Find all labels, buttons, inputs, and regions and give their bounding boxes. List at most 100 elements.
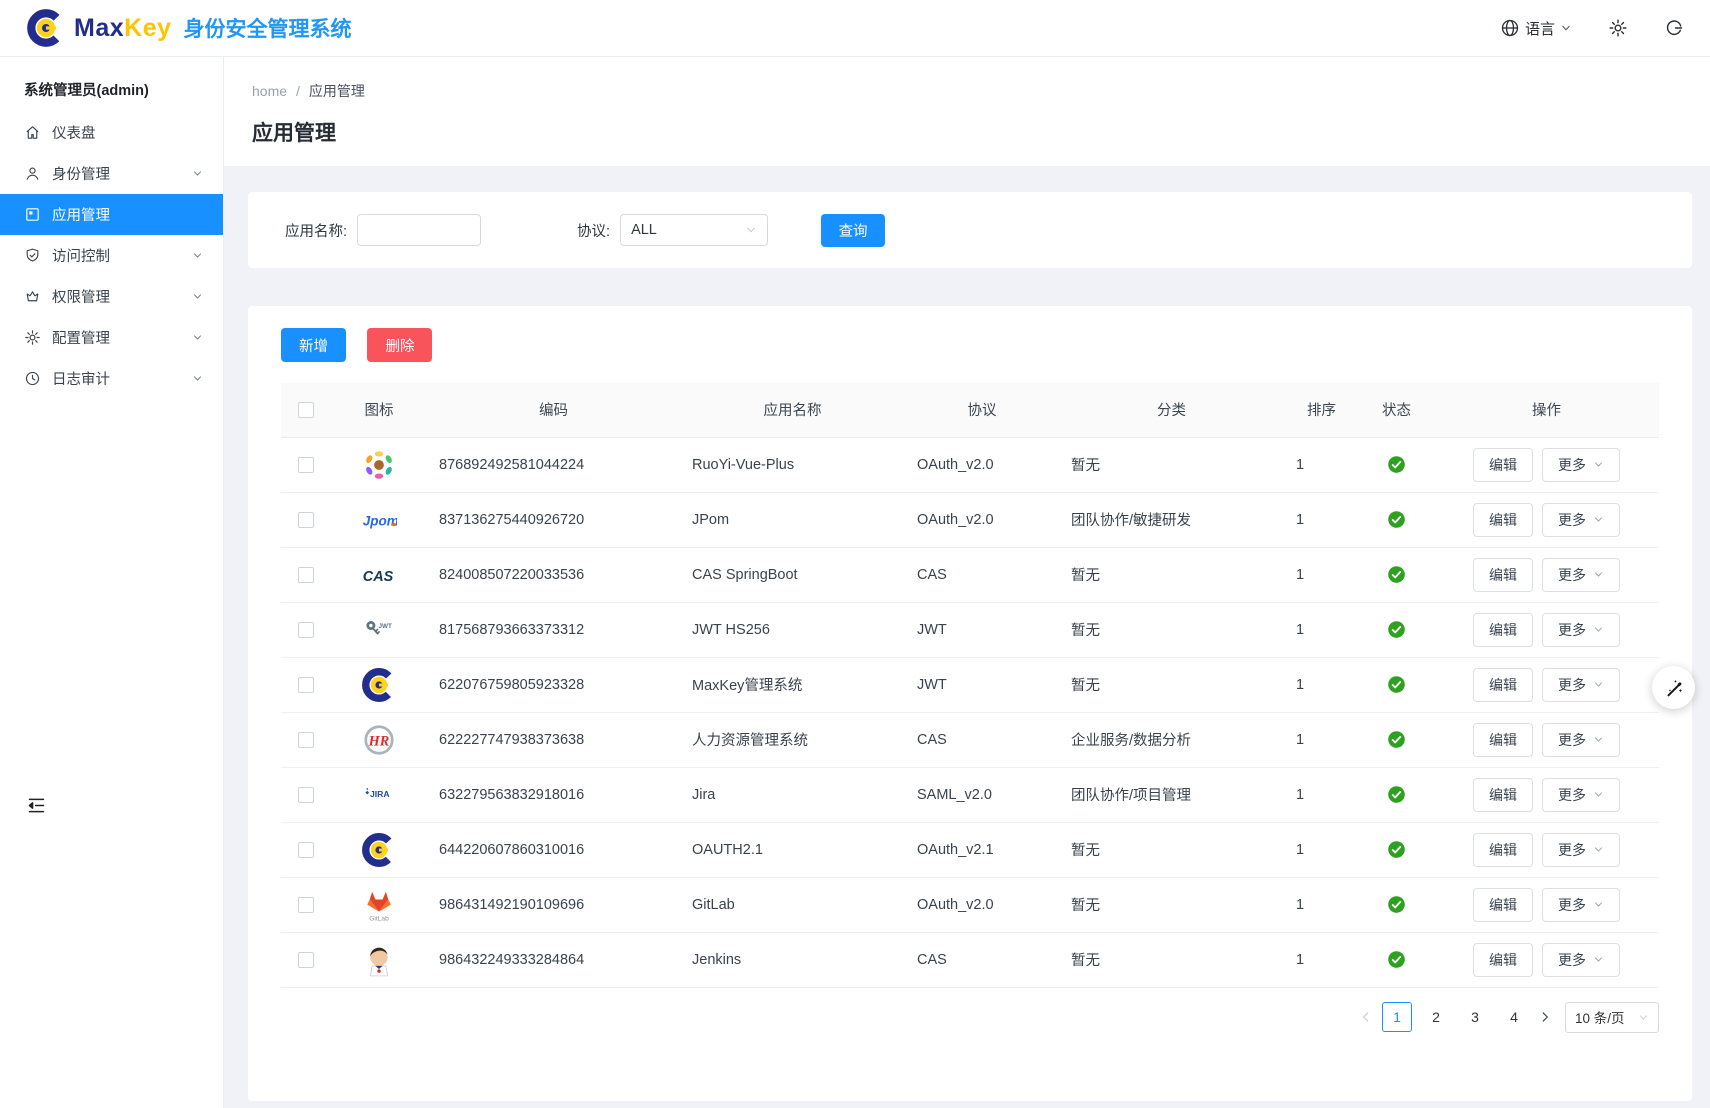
chevron-down-icon bbox=[1593, 789, 1604, 800]
more-button-label: 更多 bbox=[1558, 950, 1586, 970]
column-header-状态: 状态 bbox=[1359, 383, 1434, 437]
breadcrumb-home[interactable]: home bbox=[252, 83, 287, 99]
more-button-label: 更多 bbox=[1558, 675, 1586, 695]
actions-cell: 编辑更多 bbox=[1434, 547, 1659, 602]
pagination-prev-icon[interactable] bbox=[1359, 1010, 1373, 1024]
sidebar-item-仪表盘[interactable]: 仪表盘 bbox=[0, 112, 223, 153]
search-button[interactable]: 查询 bbox=[821, 214, 885, 247]
row-checkbox[interactable] bbox=[298, 567, 314, 583]
app-name: JWT HS256 bbox=[680, 602, 905, 657]
edit-button[interactable]: 编辑 bbox=[1473, 888, 1533, 922]
edit-button[interactable]: 编辑 bbox=[1473, 778, 1533, 812]
app-sort: 1 bbox=[1284, 932, 1359, 987]
row-checkbox[interactable] bbox=[298, 897, 314, 913]
chevron-down-icon bbox=[1593, 734, 1604, 745]
row-checkbox[interactable] bbox=[298, 622, 314, 638]
more-button[interactable]: 更多 bbox=[1542, 888, 1620, 922]
actions-cell: 编辑更多 bbox=[1434, 492, 1659, 547]
jwt-logo: JWT bbox=[361, 612, 397, 648]
pagination-page-3[interactable]: 3 bbox=[1460, 1002, 1490, 1032]
more-button[interactable]: 更多 bbox=[1542, 778, 1620, 812]
pagination-page-1[interactable]: 1 bbox=[1382, 1002, 1412, 1032]
pagination-page-4[interactable]: 4 bbox=[1499, 1002, 1529, 1032]
row-checkbox[interactable] bbox=[298, 842, 314, 858]
row-checkbox[interactable] bbox=[298, 677, 314, 693]
more-button[interactable]: 更多 bbox=[1542, 558, 1620, 592]
add-button[interactable]: 新增 bbox=[281, 328, 346, 362]
row-checkbox[interactable] bbox=[298, 732, 314, 748]
globe-icon bbox=[1500, 18, 1520, 38]
protocol-select[interactable]: ALL bbox=[620, 214, 768, 246]
sidebar-item-label: 权限管理 bbox=[52, 286, 110, 307]
clock-icon bbox=[24, 370, 41, 387]
app-name-filter-label: 应用名称: bbox=[285, 220, 347, 241]
header-actions: 语言 bbox=[1500, 18, 1684, 39]
sidebar-item-访问控制[interactable]: 访问控制 bbox=[0, 235, 223, 276]
app-sort: 1 bbox=[1284, 822, 1359, 877]
row-checkbox[interactable] bbox=[298, 512, 314, 528]
app-sort: 1 bbox=[1284, 547, 1359, 602]
edit-button[interactable]: 编辑 bbox=[1473, 668, 1533, 702]
actions-cell: 编辑更多 bbox=[1434, 602, 1659, 657]
edit-button[interactable]: 编辑 bbox=[1473, 503, 1533, 537]
check-circle-icon bbox=[1387, 730, 1406, 749]
edit-button[interactable]: 编辑 bbox=[1473, 613, 1533, 647]
settings-icon[interactable] bbox=[1608, 18, 1628, 38]
logout-icon[interactable] bbox=[1664, 18, 1684, 38]
pagination-next-icon[interactable] bbox=[1538, 1010, 1552, 1024]
floating-action-button[interactable] bbox=[1652, 666, 1695, 709]
more-button[interactable]: 更多 bbox=[1542, 448, 1620, 482]
app-name: GitLab bbox=[680, 877, 905, 932]
more-button[interactable]: 更多 bbox=[1542, 668, 1620, 702]
status-cell bbox=[1359, 602, 1434, 657]
brand-key: Key bbox=[124, 14, 171, 42]
check-circle-icon bbox=[1387, 675, 1406, 694]
chevron-down-icon bbox=[192, 291, 203, 302]
app-protocol: OAuth_v2.0 bbox=[905, 492, 1059, 547]
sidebar-item-应用管理[interactable]: 应用管理 bbox=[0, 194, 223, 235]
select-all-checkbox[interactable] bbox=[298, 402, 314, 418]
app-protocol: OAuth_v2.1 bbox=[905, 822, 1059, 877]
language-switcher[interactable]: 语言 bbox=[1500, 18, 1572, 39]
more-button[interactable]: 更多 bbox=[1542, 723, 1620, 757]
app-icon-cell: HR bbox=[331, 712, 427, 767]
app-protocol: OAuth_v2.0 bbox=[905, 437, 1059, 492]
more-button[interactable]: 更多 bbox=[1542, 833, 1620, 867]
sidebar-item-配置管理[interactable]: 配置管理 bbox=[0, 317, 223, 358]
edit-button[interactable]: 编辑 bbox=[1473, 448, 1533, 482]
app-protocol: CAS bbox=[905, 932, 1059, 987]
sidebar-item-日志审计[interactable]: 日志审计 bbox=[0, 358, 223, 399]
app-name-filter-input[interactable] bbox=[357, 214, 481, 246]
row-select-cell bbox=[281, 932, 331, 987]
more-button[interactable]: 更多 bbox=[1542, 613, 1620, 647]
app-sort: 1 bbox=[1284, 492, 1359, 547]
main-area: home / 应用管理 应用管理 应用名称: 协议: ALL 查询 bbox=[224, 57, 1710, 1108]
check-circle-icon bbox=[1387, 455, 1406, 474]
pagination-page-2[interactable]: 2 bbox=[1421, 1002, 1451, 1032]
delete-button[interactable]: 删除 bbox=[367, 328, 432, 362]
page-size-select[interactable]: 10 条/页 bbox=[1565, 1002, 1659, 1033]
jira-logo: JIRA bbox=[361, 777, 397, 813]
sidebar-item-label: 配置管理 bbox=[52, 327, 110, 348]
column-header-应用名称: 应用名称 bbox=[680, 383, 905, 437]
row-checkbox[interactable] bbox=[298, 457, 314, 473]
edit-button[interactable]: 编辑 bbox=[1473, 943, 1533, 977]
edit-button[interactable]: 编辑 bbox=[1473, 558, 1533, 592]
menu-fold-icon[interactable] bbox=[26, 795, 47, 816]
row-checkbox[interactable] bbox=[298, 787, 314, 803]
edit-button[interactable]: 编辑 bbox=[1473, 723, 1533, 757]
chevron-down-icon bbox=[1593, 899, 1604, 910]
sidebar-item-权限管理[interactable]: 权限管理 bbox=[0, 276, 223, 317]
edit-button[interactable]: 编辑 bbox=[1473, 833, 1533, 867]
status-cell bbox=[1359, 822, 1434, 877]
sidebar-item-label: 日志审计 bbox=[52, 368, 110, 389]
status-cell bbox=[1359, 437, 1434, 492]
sidebar: 系统管理员(admin) 仪表盘身份管理应用管理访问控制权限管理配置管理日志审计 bbox=[0, 57, 224, 1108]
more-button[interactable]: 更多 bbox=[1542, 943, 1620, 977]
column-header-图标: 图标 bbox=[331, 383, 427, 437]
sidebar-item-身份管理[interactable]: 身份管理 bbox=[0, 153, 223, 194]
sidebar-item-label: 身份管理 bbox=[52, 163, 110, 184]
row-checkbox[interactable] bbox=[298, 952, 314, 968]
more-button[interactable]: 更多 bbox=[1542, 503, 1620, 537]
status-cell bbox=[1359, 932, 1434, 987]
